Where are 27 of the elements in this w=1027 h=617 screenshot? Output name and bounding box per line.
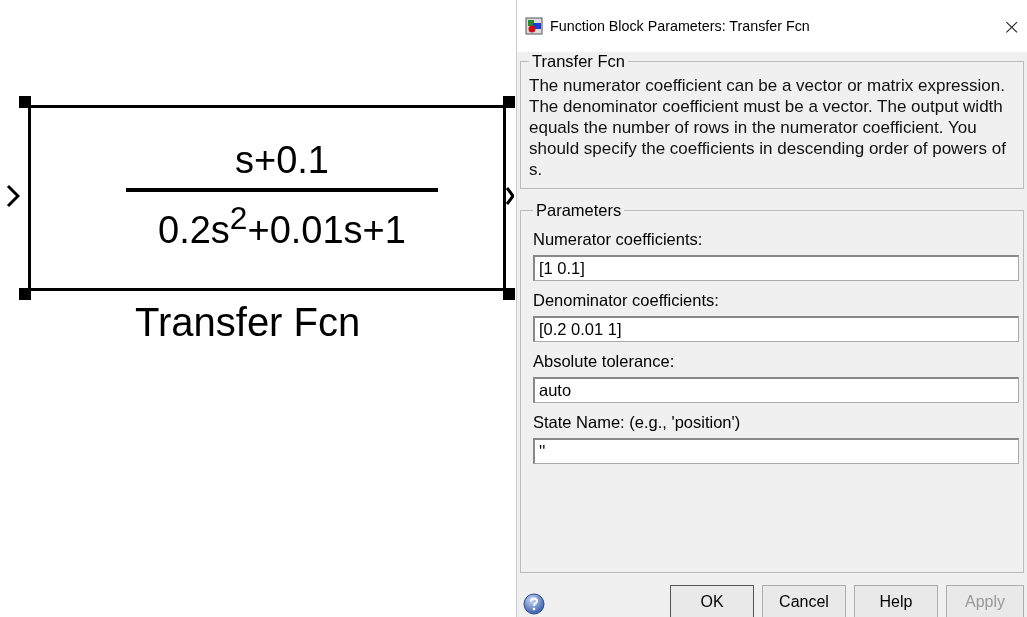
description-text: The numerator coefficient can be a vector or matrix expression. The denominator coefficient must be a vector. The output width equals the number of rows in the numerator coefficient. You should specify the coefficients in descending order of powers of s. bbox=[529, 75, 1007, 180]
block-diagram-icon bbox=[525, 17, 543, 35]
selection-handle[interactable] bbox=[19, 96, 31, 108]
selection-handle[interactable] bbox=[503, 96, 515, 108]
field-label: Numerator coefficients: bbox=[533, 230, 704, 249]
numerator-text: s+0.1 bbox=[235, 138, 329, 182]
input-field[interactable]: [0.2 0.01 1] bbox=[533, 316, 1019, 342]
group-title: Parameters bbox=[535, 201, 623, 220]
selection-handle[interactable] bbox=[503, 288, 515, 300]
denominator-text: 0.2s$^{2}$+0.01s+1 bbox=[158, 199, 406, 252]
input-field[interactable]: [1 0.1] bbox=[533, 255, 1019, 281]
input-port-icon bbox=[6, 184, 20, 208]
transfer-function-block[interactable]: s+0.1 0.2s$^{2}$+0.01s+1 bbox=[28, 105, 506, 291]
dialog-button[interactable]: OK bbox=[670, 585, 754, 617]
field-label: State Name: (e.g., 'position') bbox=[533, 413, 742, 432]
field-label: Denominator coefficients: bbox=[533, 291, 720, 310]
dialog-button[interactable]: Help bbox=[854, 585, 938, 617]
help-icon[interactable] bbox=[523, 593, 545, 615]
window-title: Function Block Parameters: Transfer Fcn bbox=[550, 18, 811, 34]
selection-handle[interactable] bbox=[19, 288, 31, 300]
dialog-button[interactable]: Cancel bbox=[762, 585, 846, 617]
block-label[interactable]: Transfer Fcn bbox=[135, 300, 361, 345]
field-label: Absolute tolerance: bbox=[533, 352, 676, 371]
input-field[interactable]: auto bbox=[533, 377, 1019, 403]
close-button[interactable]: × bbox=[996, 13, 1027, 39]
group-title: Transfer Fcn bbox=[531, 52, 626, 71]
input-field[interactable]: '' bbox=[533, 438, 1019, 464]
